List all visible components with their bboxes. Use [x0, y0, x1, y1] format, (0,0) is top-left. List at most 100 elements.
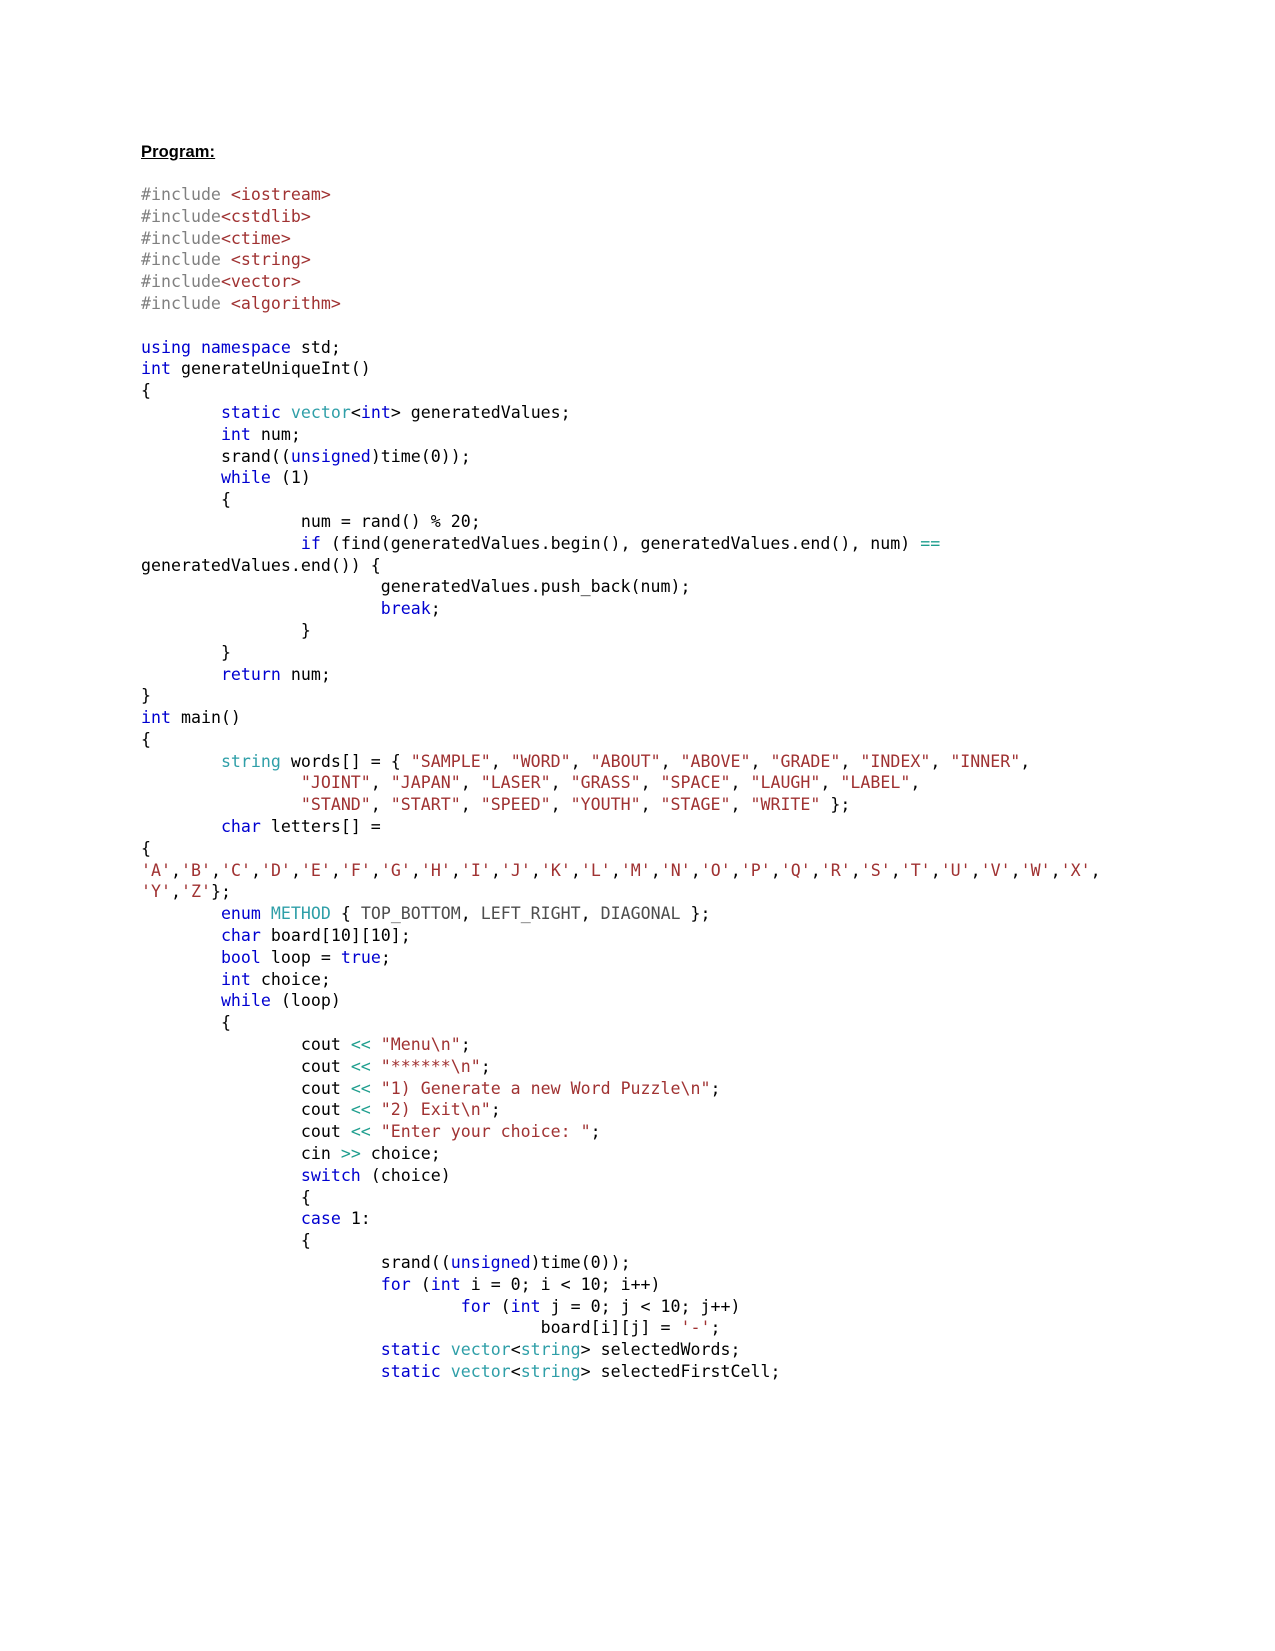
code-token-plain: }; — [820, 795, 851, 815]
code-token-str: "ABOUT" — [590, 751, 661, 771]
code-token-plain: (find(generatedValues.begin(), generated… — [320, 533, 921, 553]
code-line: cout << "2) Exit\n"; — [141, 1099, 1101, 1121]
code-token-str: "Enter your choice: " — [380, 1122, 591, 1142]
code-token-type: vector — [450, 1340, 511, 1360]
code-token-plain: cout — [141, 1078, 351, 1098]
code-line: } — [141, 642, 1101, 664]
code-token-plain: , — [290, 860, 301, 880]
code-token-plain: std; — [290, 337, 341, 357]
code-token-plain: , — [370, 773, 391, 793]
code-token-kw: enum — [220, 904, 261, 924]
code-token-str: 'D' — [260, 860, 291, 880]
code-token-str: 'B' — [180, 860, 211, 880]
code-line: "STAND", "START", "SPEED", "YOUTH", "STA… — [141, 794, 1101, 816]
code-token-plain: , — [490, 751, 511, 771]
code-token-type: string — [520, 1362, 581, 1381]
code-token-kw: int — [220, 424, 251, 444]
code-line: { — [141, 838, 1101, 860]
code-line: case 1: — [141, 1208, 1101, 1230]
code-token-kw: int — [141, 359, 171, 379]
code-token-str: 'F' — [340, 860, 371, 880]
code-line: int num; — [141, 424, 1101, 446]
code-line: for (int i = 0; i < 10; i++) — [141, 1274, 1101, 1296]
code-line: while (loop) — [141, 990, 1101, 1012]
code-token-op: << — [350, 1078, 371, 1098]
code-token-str: "JOINT" — [300, 773, 371, 793]
code-token-plain: , — [450, 860, 461, 880]
code-token-plain: generatedValues.push_back(num); — [141, 577, 691, 597]
code-line: 'A','B','C','D','E','F','G','H','I','J',… — [141, 860, 1101, 904]
code-token-plain: , — [850, 860, 861, 880]
code-token-plain: { — [141, 1187, 311, 1207]
code-token-str: 'O' — [700, 860, 731, 880]
code-token-inc: <iostream> — [230, 184, 331, 204]
code-token-str: "STAGE" — [660, 795, 731, 815]
code-token-inc: <vector> — [220, 272, 301, 292]
code-token-plain: }; — [680, 904, 711, 924]
code-token-str: 'K' — [540, 860, 571, 880]
code-token-plain: > generatedValues; — [390, 402, 571, 422]
code-token-plain: choice; — [250, 969, 331, 989]
code-token-plain: , — [910, 773, 921, 793]
code-token-plain: , — [490, 860, 501, 880]
code-token-kw: static — [380, 1340, 441, 1360]
code-token-kw: for — [460, 1296, 491, 1316]
code-token-plain: , — [210, 860, 221, 880]
code-token-plain: cout — [141, 1122, 351, 1142]
code-token-plain: , — [730, 860, 741, 880]
code-line: static vector<string> selectedWords; — [141, 1339, 1101, 1361]
code-token-plain: loop = — [260, 947, 341, 967]
code-token-enum: DIAGONAL — [600, 904, 681, 924]
code-line: } — [141, 620, 1101, 642]
code-token-str: 'T' — [900, 860, 931, 880]
code-token-plain: , — [690, 860, 701, 880]
code-token-str: 'H' — [420, 860, 451, 880]
code-token-plain: ; — [430, 599, 441, 619]
code-token-str: 'X' — [1060, 860, 1091, 880]
code-token-str: "GRASS" — [570, 773, 641, 793]
code-token-plain: , — [650, 860, 661, 880]
code-token-plain: num = rand() % 20; — [141, 511, 481, 531]
code-token-str: "INNER" — [950, 751, 1021, 771]
code-token-plain: , — [250, 860, 261, 880]
code-token-str: "SAMPLE" — [410, 751, 491, 771]
code-token-plain: ; — [490, 1100, 501, 1120]
code-token-type: vector — [290, 402, 351, 422]
code-line: { — [141, 1012, 1101, 1034]
code-token-pre: #include — [141, 184, 231, 204]
code-token-str: "SPEED" — [480, 795, 551, 815]
code-token-plain: ; — [590, 1122, 601, 1142]
code-token-plain: , — [890, 860, 901, 880]
code-token-plain: { — [141, 490, 231, 510]
code-token-plain: > selectedFirstCell; — [580, 1362, 781, 1381]
code-token-plain: , — [610, 860, 621, 880]
code-token-kw: char — [220, 926, 261, 946]
code-token-op: == — [920, 533, 941, 553]
code-token-plain: < — [510, 1340, 521, 1360]
code-token-op: << — [350, 1035, 371, 1055]
code-token-kw: break — [380, 599, 431, 619]
code-token-pre: #include — [141, 293, 231, 313]
code-token-type: string — [220, 751, 281, 771]
code-token-plain: ; — [480, 1056, 491, 1076]
page-title: Program: — [141, 143, 216, 161]
code-token-plain: , — [580, 904, 601, 924]
code-line: { — [141, 380, 1101, 402]
document-body: Program: #include <iostream> #include<cst… — [141, 143, 1101, 1383]
code-token-type: string — [520, 1340, 581, 1360]
code-token-plain: , — [170, 882, 181, 902]
code-token-type: METHOD — [270, 904, 331, 924]
code-token-kw: for — [380, 1274, 411, 1294]
code-token-plain: ; — [380, 947, 391, 967]
code-token-str: 'M' — [620, 860, 651, 880]
code-line: num = rand() % 20; — [141, 511, 1101, 533]
code-token-op: >> — [340, 1144, 361, 1164]
code-token-str: "SPACE" — [660, 773, 731, 793]
code-token-str: "YOUTH" — [570, 795, 641, 815]
code-token-str: "INDEX" — [860, 751, 931, 771]
